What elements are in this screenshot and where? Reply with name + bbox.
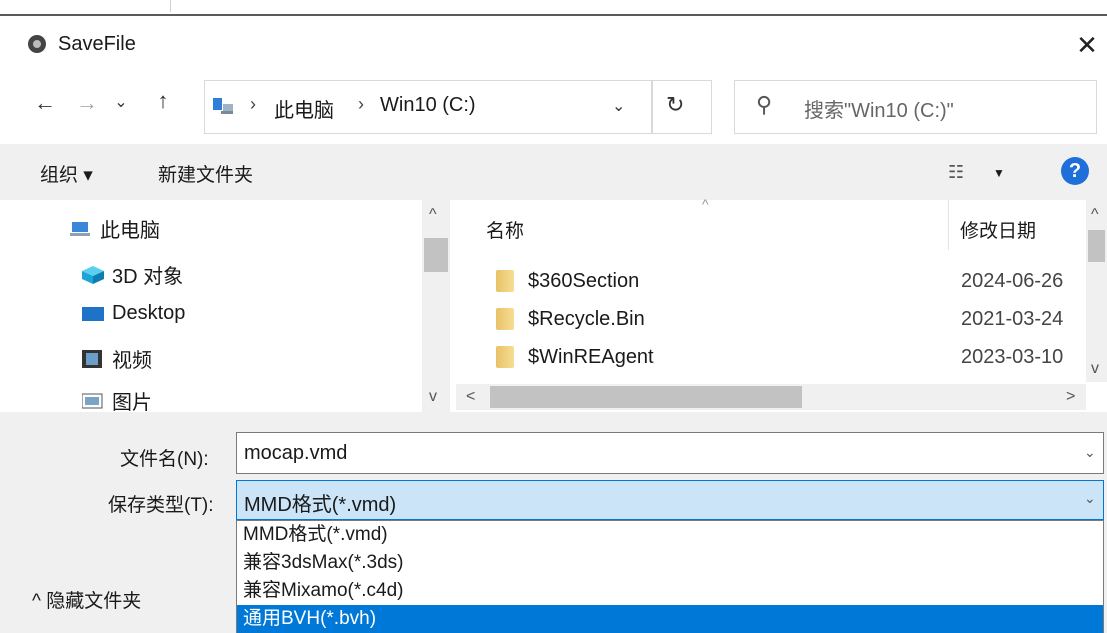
folder-icon [496,346,514,368]
computer-icon [213,98,233,114]
window-title: SaveFile [58,33,136,55]
view-options-icon[interactable]: ☷ [948,162,964,183]
list-scroll-up-button[interactable]: ^ [1091,206,1099,224]
navigation-pane [0,200,420,412]
filetype-option[interactable]: 兼容3dsMax(*.3ds) [237,549,1103,577]
filetype-option[interactable]: 兼容Mixamo(*.c4d) [237,577,1103,605]
window-top-strip [0,0,1107,16]
filename-value[interactable]: mocap.vmd [244,442,347,465]
tree-item-label: Desktop [112,302,186,324]
background-tab [0,0,171,12]
sort-indicator-icon: ^ [702,196,709,212]
file-name: $360Section [528,270,640,292]
list-scroll-down-button[interactable]: v [1091,360,1099,378]
filename-dropdown-button[interactable]: ⌄ [1084,444,1096,461]
computer-icon [70,221,90,236]
back-button[interactable]: ← [30,90,60,116]
column-header-date[interactable]: 修改日期 [960,216,1036,243]
file-name: $WinREAgent [528,346,654,368]
tree-item-pictures[interactable]: 图片 [82,386,152,415]
tree-scrollbar[interactable] [422,200,450,412]
file-date: 2021-03-24 [961,308,1064,330]
table-row[interactable]: $360Section 2024-06-26 [456,264,1086,300]
breadcrumb-separator[interactable]: › [250,94,256,115]
search-icon: ⚲ [756,92,773,117]
file-date: 2023-03-10 [961,346,1064,368]
filename-input[interactable] [236,432,1104,474]
desktop-icon [82,306,104,321]
app-icon [28,35,46,53]
folder-icon [496,308,514,330]
tree-item-3d-objects[interactable]: 3D 对象 [82,260,183,289]
list-scroll-right-button[interactable]: > [1066,388,1075,406]
filetype-option-selected[interactable]: 通用BVH(*.bvh) [237,605,1103,633]
tree-item-label: 3D 对象 [112,266,184,288]
forward-button[interactable]: → [72,90,102,116]
pictures-icon [82,393,103,408]
search-placeholder[interactable]: 搜索"Win10 (C:)" [804,94,954,123]
breadcrumb-this-pc[interactable]: 此电脑 [274,94,334,123]
tree-scrollbar-thumb[interactable] [424,238,448,272]
column-header-name[interactable]: 名称 [486,216,524,243]
filetype-value[interactable]: MMD格式(*.vmd) [244,488,396,517]
title-bar [0,16,1107,74]
breadcrumb-drive-c[interactable]: Win10 (C:) [380,94,476,117]
help-button[interactable]: ? [1061,157,1089,185]
table-row[interactable]: $WinREAgent 2023-03-10 [456,340,1086,376]
tree-item-videos[interactable]: 视频 [82,344,152,373]
file-name: $Recycle.Bin [528,308,645,330]
filename-label: 文件名(N): [120,449,209,470]
file-list-vertical-scrollbar[interactable] [1086,200,1107,382]
tree-item-label: 此电脑 [100,220,160,242]
tree-item-desktop[interactable]: Desktop [82,302,185,325]
address-dropdown-button[interactable]: ⌄ [612,96,625,116]
tree-item-label: 视频 [112,350,152,372]
filetype-option[interactable]: MMD格式(*.vmd) [237,521,1103,549]
recent-locations-button[interactable]: ⌄ [110,92,132,112]
video-icon [82,349,102,368]
tree-item-label: 图片 [112,392,152,414]
tree-item-this-pc[interactable]: 此电脑 [70,214,160,243]
file-list-vertical-thumb[interactable] [1088,230,1105,262]
hide-folders-toggle[interactable]: ^ 隐藏文件夹 [32,586,141,613]
filetype-label: 保存类型(T): [108,495,214,516]
file-date: 2024-06-26 [961,270,1064,292]
refresh-icon[interactable]: ↻ [666,92,684,118]
organize-menu-button[interactable]: 组织 ▾ [40,160,93,187]
up-button[interactable]: ↑ [148,88,178,114]
filetype-dropdown-button[interactable]: ⌄ [1084,490,1096,507]
column-divider[interactable] [948,200,949,250]
new-folder-button[interactable]: 新建文件夹 [158,160,253,187]
view-dropdown-icon[interactable]: ▼ [993,166,1005,180]
table-row[interactable]: $Recycle.Bin 2021-03-24 [456,302,1086,338]
tree-scroll-up-button[interactable]: ^ [429,206,437,224]
close-button[interactable]: ✕ [1072,30,1102,60]
tree-scroll-down-button[interactable]: v [429,388,437,406]
file-list-horizontal-thumb[interactable] [490,386,802,408]
breadcrumb-separator[interactable]: › [358,94,364,115]
folder-icon [496,270,514,292]
3d-objects-icon [82,265,104,284]
list-scroll-left-button[interactable]: < [466,388,475,406]
